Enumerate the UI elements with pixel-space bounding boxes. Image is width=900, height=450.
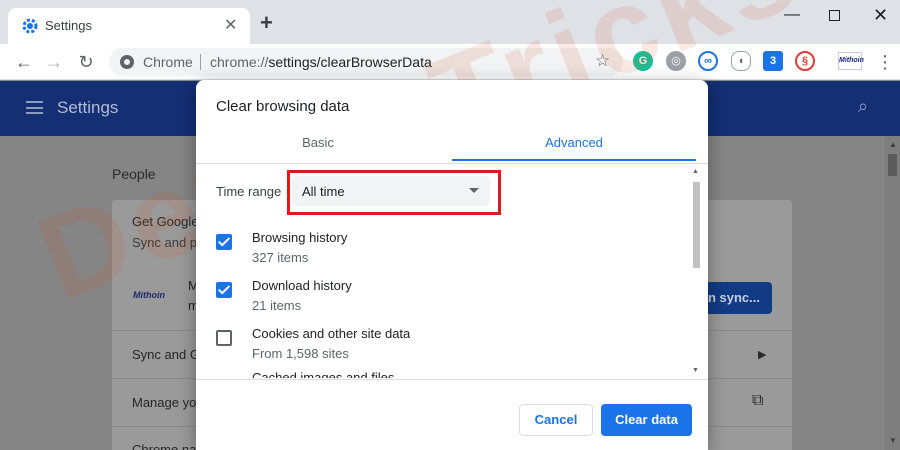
option-download-history[interactable]: Download history 21 items bbox=[216, 278, 676, 322]
close-icon[interactable]: ✕ bbox=[224, 17, 237, 35]
mouse-icon[interactable]: ◖ bbox=[731, 51, 751, 71]
option-title: Download history bbox=[252, 278, 352, 293]
search-icon[interactable]: ⌕ bbox=[858, 96, 868, 117]
url-text: chrome://settings/clearBrowserData bbox=[210, 54, 432, 70]
tab-title: Settings bbox=[45, 18, 92, 33]
minimize-button[interactable]: — bbox=[784, 6, 800, 24]
dialog-scrollbar[interactable]: ▲ ▼ bbox=[692, 168, 702, 378]
hamburger-icon[interactable] bbox=[26, 101, 43, 114]
section-heading-people: People bbox=[112, 166, 156, 182]
divider bbox=[196, 379, 708, 380]
option-cookies[interactable]: Cookies and other site data From 1,598 s… bbox=[216, 326, 676, 370]
scroll-down-arrow-icon[interactable]: ▼ bbox=[889, 436, 897, 445]
chrome-page-icon bbox=[120, 55, 134, 69]
clear-browsing-data-dialog: Clear browsing data Basic Advanced Time … bbox=[196, 80, 708, 450]
option-subtitle: 327 items bbox=[252, 250, 309, 265]
profile-logo: Mithoin bbox=[133, 290, 165, 300]
forward-button[interactable]: → bbox=[42, 50, 66, 74]
scroll-up-arrow-icon[interactable]: ▲ bbox=[889, 140, 897, 149]
clear-data-button[interactable]: Clear data bbox=[601, 404, 692, 436]
sync-promo-subtitle: Sync and p bbox=[132, 235, 198, 250]
checkbox-download-history[interactable] bbox=[216, 282, 232, 298]
infinity-icon[interactable]: ∞ bbox=[698, 51, 718, 71]
option-subtitle: From 1,598 sites bbox=[252, 346, 349, 361]
address-separator bbox=[200, 54, 201, 70]
divider bbox=[196, 163, 708, 164]
calendar-icon[interactable]: 3 bbox=[763, 51, 783, 71]
url-path: settings/clearBrowserData bbox=[268, 54, 432, 70]
gear-icon bbox=[22, 18, 38, 34]
chevron-right-icon[interactable]: ▶ bbox=[758, 348, 766, 361]
cancel-button[interactable]: Cancel bbox=[519, 404, 593, 436]
checkbox-cookies[interactable] bbox=[216, 330, 232, 346]
turn-on-sync-button[interactable]: n sync... bbox=[700, 282, 772, 314]
sync-promo-title: Get Google bbox=[132, 214, 199, 229]
address-bar[interactable]: Chrome chrome://settings/clearBrowserDat… bbox=[109, 48, 623, 76]
tab-basic[interactable]: Basic bbox=[196, 129, 440, 157]
page-title: Settings bbox=[57, 98, 119, 117]
scheme-label: Chrome bbox=[143, 54, 193, 70]
url-prefix: chrome:// bbox=[210, 54, 269, 70]
toolbar: ← → ↻ Chrome chrome://settings/clearBrow… bbox=[0, 44, 900, 80]
profile-avatar[interactable]: Mithoin bbox=[838, 52, 864, 70]
active-tab-indicator bbox=[452, 159, 696, 161]
globe-icon[interactable]: ◎ bbox=[666, 51, 686, 71]
time-range-label: Time range bbox=[216, 184, 282, 199]
dialog-title: Clear browsing data bbox=[216, 98, 350, 115]
page-scrollbar[interactable]: ▲ ▼ bbox=[885, 136, 900, 450]
bookmark-star-icon[interactable]: ☆ bbox=[595, 51, 610, 71]
tab-advanced[interactable]: Advanced bbox=[452, 129, 696, 157]
scroll-up-arrow-icon[interactable]: ▲ bbox=[692, 168, 699, 175]
option-title: Cached images and files bbox=[252, 370, 395, 378]
external-link-icon[interactable]: ⧉ bbox=[752, 392, 763, 410]
scroll-down-arrow-icon[interactable]: ▼ bbox=[692, 367, 699, 374]
back-button[interactable]: ← bbox=[12, 50, 36, 74]
option-browsing-history[interactable]: Browsing history 327 items bbox=[216, 230, 676, 274]
page-scrollbar-thumb[interactable] bbox=[888, 154, 897, 176]
option-title: Browsing history bbox=[252, 230, 348, 245]
tab-settings[interactable]: Settings ✕ bbox=[8, 8, 250, 44]
reload-button[interactable]: ↻ bbox=[74, 50, 98, 74]
tab-strip: Settings ✕ + — ✕ bbox=[0, 0, 900, 44]
manage-account-row[interactable]: Manage yo bbox=[132, 395, 196, 410]
grammarly-icon[interactable]: G bbox=[633, 51, 653, 71]
option-title: Cookies and other site data bbox=[252, 326, 411, 341]
checkbox-browsing-history[interactable] bbox=[216, 234, 232, 250]
highlight-annotation bbox=[287, 170, 501, 215]
menu-icon[interactable]: ⋮ bbox=[876, 50, 894, 74]
maximize-button[interactable] bbox=[829, 10, 840, 21]
window-close-button[interactable]: ✕ bbox=[873, 6, 888, 24]
option-cached-images[interactable]: Cached images and files bbox=[216, 370, 686, 378]
chrome-name-row[interactable]: Chrome na bbox=[132, 442, 196, 450]
new-tab-button[interactable]: + bbox=[260, 12, 273, 34]
spiral-icon[interactable]: § bbox=[795, 51, 815, 71]
option-subtitle: 21 items bbox=[252, 298, 302, 313]
sync-services-row[interactable]: Sync and G bbox=[132, 347, 200, 362]
dialog-scrollbar-thumb[interactable] bbox=[693, 182, 700, 268]
